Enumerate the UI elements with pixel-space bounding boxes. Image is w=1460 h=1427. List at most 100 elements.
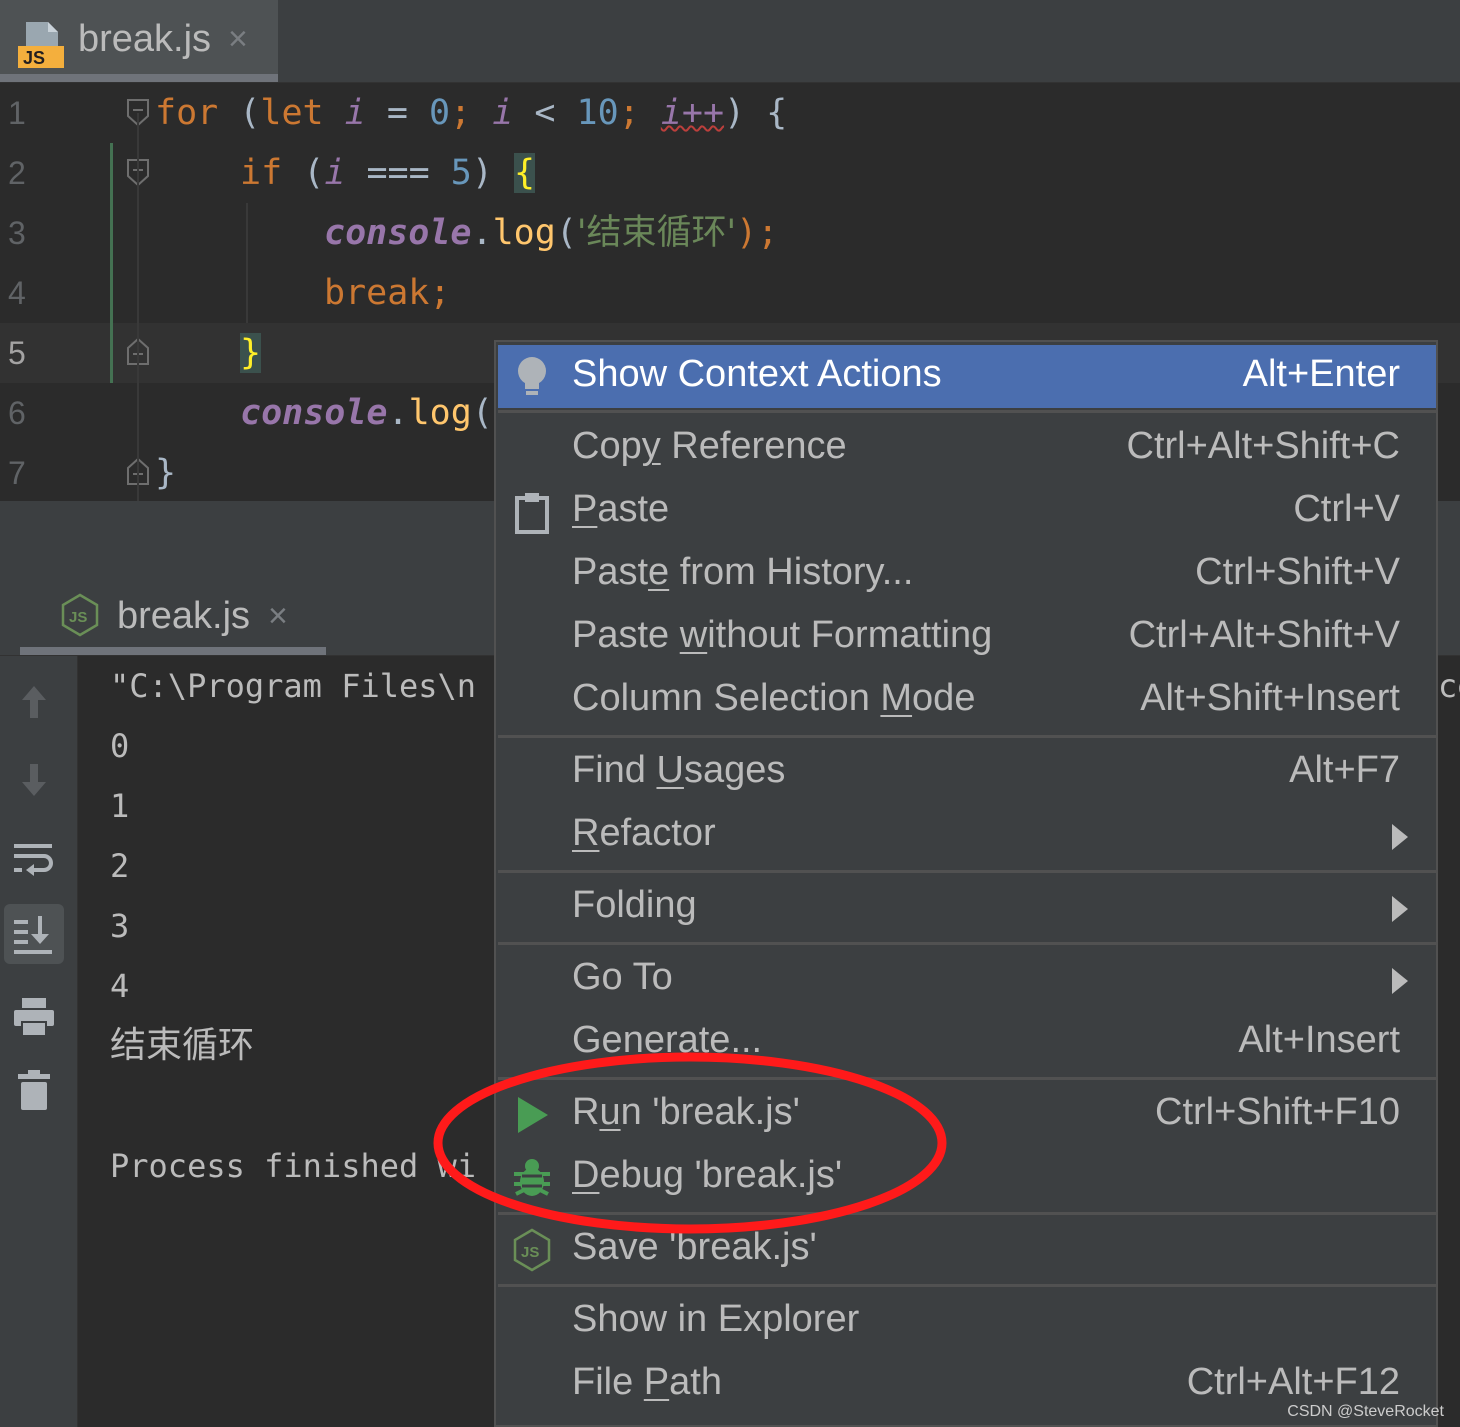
console-line: 4 [110,967,130,1005]
menu-item-shortcut: Ctrl+Shift+F10 [1155,1091,1400,1133]
menu-item-paste-from-history[interactable]: Paste from History... Ctrl+Shift+V [498,543,1436,606]
menu-separator [498,942,1436,945]
tab-active-underline [20,647,326,655]
code-token: ( [471,393,493,433]
scroll-to-end-icon[interactable] [4,904,64,964]
menu-item-label: Paste [572,488,670,530]
close-icon[interactable]: × [268,597,288,636]
number-token: 0 [428,93,451,133]
print-icon[interactable] [4,986,64,1046]
menu-item-paste[interactable]: Paste Ctrl+V [498,480,1436,543]
close-icon[interactable]: × [228,20,248,59]
console-line: 3 [110,907,130,945]
menu-item-folding[interactable]: Folding [498,876,1436,939]
menu-item-label: Column Selection Mode [572,677,976,719]
matched-brace: { [513,153,536,193]
code-token: ) { [724,93,788,133]
indent-guide [246,203,248,323]
menu-item-generate[interactable]: Generate... Alt+Insert [498,1011,1436,1074]
menu-item-column-selection-mode[interactable]: Column Selection Mode Alt+Shift+Insert [498,669,1436,732]
menu-item-label: File Path [572,1361,722,1403]
code-token: . [471,213,493,253]
editor-tab-break-js[interactable]: JS break.js × [0,0,278,82]
context-menu: Show Context Actions Alt+Enter Copy Refe… [494,340,1438,1427]
run-toolbar [0,656,78,1427]
code-line-7: } [155,443,176,503]
function-token: log [492,213,556,253]
js-file-icon: JS [18,22,64,68]
code-token: } [155,453,177,493]
submenu-arrow-icon [1392,968,1408,994]
menu-item-run-break-js[interactable]: Run 'break.js' Ctrl+Shift+F10 [498,1083,1436,1146]
code-line-4: break; [324,263,450,323]
menu-item-shortcut: Ctrl+Shift+V [1195,551,1400,593]
code-token: ; [450,93,493,133]
menu-item-go-to[interactable]: Go To [498,948,1436,1011]
code-token: . [387,393,409,433]
menu-item-label: Folding [572,884,697,926]
menu-item-save-break-js[interactable]: JS Save 'break.js' [498,1218,1436,1281]
console-line-overflow: ce [1438,667,1460,705]
menu-item-label: Copy Reference [572,425,847,467]
line-number: 6 [8,395,26,431]
run-tab-break-js[interactable]: JS break.js × [20,575,326,655]
line-number: 4 [8,275,26,311]
menu-item-copy-reference[interactable]: Copy Reference Ctrl+Alt+Shift+C [498,417,1436,480]
code-token: === [345,153,451,193]
tab-active-underline [0,74,278,82]
run-triangle-icon [518,1097,548,1133]
soft-wrap-icon[interactable] [4,828,64,888]
menu-item-label: Debug 'break.js' [572,1154,843,1196]
menu-separator [498,1077,1436,1080]
up-arrow-icon[interactable] [4,672,64,732]
code-token: = [365,93,429,133]
run-tab-label: break.js [117,595,251,637]
trash-icon[interactable] [4,1060,64,1120]
line-number: 2 [8,155,26,191]
menu-item-label: Paste without Formatting [572,614,993,656]
indent-guide [137,113,139,503]
menu-item-find-usages[interactable]: Find Usages Alt+F7 [498,741,1436,804]
menu-item-paste-without-formatting[interactable]: Paste without Formatting Ctrl+Alt+Shift+… [498,606,1436,669]
menu-item-label: Refactor [572,812,716,854]
variable-token: i [324,153,346,193]
console-line: 0 [110,727,130,765]
code-token: ( [555,213,577,253]
string-token: '结束循环' [576,213,737,253]
keyword-token: if [240,153,283,193]
keyword-token: break [324,273,430,313]
down-arrow-icon[interactable] [4,750,64,810]
vcs-change-marker [110,143,113,383]
menu-item-label: Generate... [572,1019,763,1061]
menu-separator [498,1284,1436,1287]
menu-item-show-context-actions[interactable]: Show Context Actions Alt+Enter [498,345,1436,408]
menu-separator [498,735,1436,738]
menu-separator [498,410,1436,413]
menu-item-label: Save 'break.js' [572,1226,817,1268]
line-number: 3 [8,215,26,251]
menu-item-shortcut: Ctrl+Alt+Shift+V [1128,614,1400,656]
warning-token: i++ [660,93,725,133]
menu-item-show-in-explorer[interactable]: Show in Explorer [498,1290,1436,1353]
nodejs-icon: JS [61,593,99,637]
menu-item-label: Find Usages [572,749,786,791]
line-number-current: 5 [8,335,26,371]
menu-item-label: Run 'break.js' [572,1091,800,1133]
function-token: log [408,393,472,433]
menu-item-shortcut: Ctrl+Alt+Shift+C [1126,425,1401,467]
menu-item-debug-break-js[interactable]: Debug 'break.js' [498,1146,1436,1209]
code-line-3: console.log('结束循环'); [324,203,778,263]
svg-text:JS: JS [69,609,87,626]
number-token: 5 [450,153,472,193]
svg-text:JS: JS [521,1244,539,1261]
menu-item-label: Paste from History... [572,551,914,593]
debug-bug-icon [514,1159,550,1196]
matched-brace: } [240,333,262,373]
variable-token: i [344,93,366,133]
variable-token: i [492,93,514,133]
code-token: ) [471,153,514,193]
menu-item-refactor[interactable]: Refactor [498,804,1436,867]
console-line: 结束循环 [110,1025,255,1066]
code-line-2: if (i === 5) { [240,143,536,203]
